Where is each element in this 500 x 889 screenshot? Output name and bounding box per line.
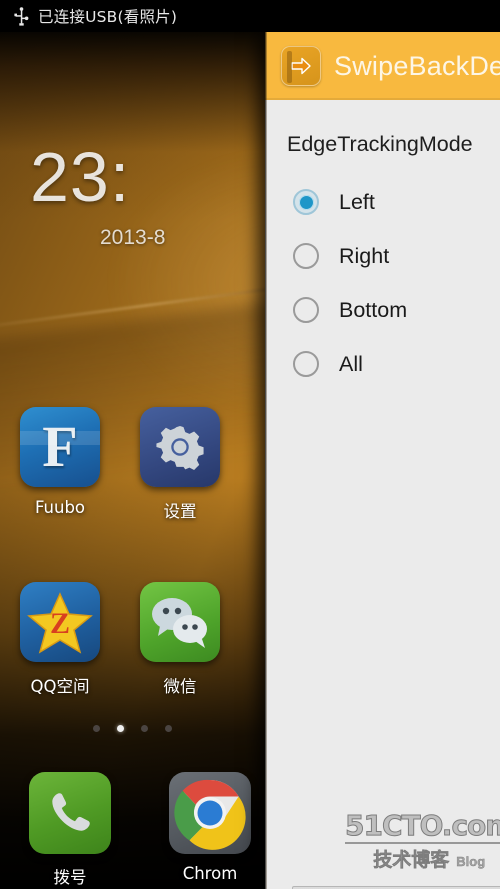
app-label-qzone: QQ空间 [30,677,90,696]
app-label-wechat: 微信 [163,677,197,696]
status-bar-text: 已连接USB(看照片) [38,8,178,26]
dock: 拨号 Chrom [0,772,280,888]
action-bar-title: SwipeBackDem [334,50,500,81]
radio-option-left[interactable]: Left [265,175,500,229]
app-settings[interactable]: 设置 [120,407,240,522]
app-qzone[interactable]: Z QQ空间 [0,582,120,697]
settings-gear-icon [140,407,220,487]
clock-time: 23: [30,138,131,216]
chrome-icon [169,772,251,854]
status-bar[interactable]: 已连接USB(看照片) [0,0,500,32]
fuubo-app-icon: F [20,407,100,487]
page-dot [93,725,100,732]
dock-label-dialer: 拨号 [53,868,87,887]
page-indicator[interactable] [0,725,265,732]
radio-option-right[interactable]: Right [265,229,500,283]
fuubo-stripe [20,431,100,445]
app-fuubo[interactable]: F Fuubo [0,407,120,522]
swipeback-activity-panel: SwipeBackDem EdgeTrackingMode Left Right… [265,32,500,889]
swipeback-arrow-app-icon[interactable] [281,46,321,86]
panel-content: EdgeTrackingMode Left Right Bottom All h… [265,100,500,889]
radio-button-selected-icon[interactable] [293,189,319,215]
radio-group-label: EdgeTrackingMode [287,132,473,156]
phone-handset-icon [29,772,111,854]
dock-label-chrome: Chrom [182,864,238,883]
clock-widget[interactable]: 23: 2013-8 [0,142,265,250]
action-bar: SwipeBackDem [265,32,500,100]
radio-button-icon[interactable] [293,351,319,377]
qzone-star-icon: Z [20,582,100,662]
svg-text:Z: Z [50,607,70,640]
app-row-1: F Fuubo 设置 [0,407,265,522]
radio-button-icon[interactable] [293,297,319,323]
radio-label-all: All [339,351,363,376]
page-dot-active [117,725,124,732]
app-row-2: Z QQ空间 微信 [0,582,265,697]
clock-date: 2013-8 [100,226,166,249]
app-label-fuubo: Fuubo [34,498,86,517]
page-dot [165,725,172,732]
dock-item-chrome[interactable]: Chrom [140,772,280,888]
radio-option-bottom[interactable]: Bottom [265,283,500,337]
fuubo-letter: F [42,414,78,479]
android-screen: 23: 2013-8 F Fuubo 设置 Z QQ空间 微信 拨号 Chrom… [0,0,500,889]
wechat-bubbles-icon [140,582,220,662]
radio-option-all[interactable]: All [265,337,500,391]
page-dot [141,725,148,732]
radio-label-left: Left [339,189,375,214]
radio-label-right: Right [339,243,390,268]
app-label-settings: 设置 [163,502,197,521]
radio-button-icon[interactable] [293,243,319,269]
usb-icon [14,6,29,26]
app-icon-spine [287,51,292,83]
panel-drag-edge[interactable] [265,32,267,889]
radio-label-bottom: Bottom [339,297,408,322]
app-wechat[interactable]: 微信 [120,582,240,697]
dock-item-dialer[interactable]: 拨号 [0,772,140,888]
